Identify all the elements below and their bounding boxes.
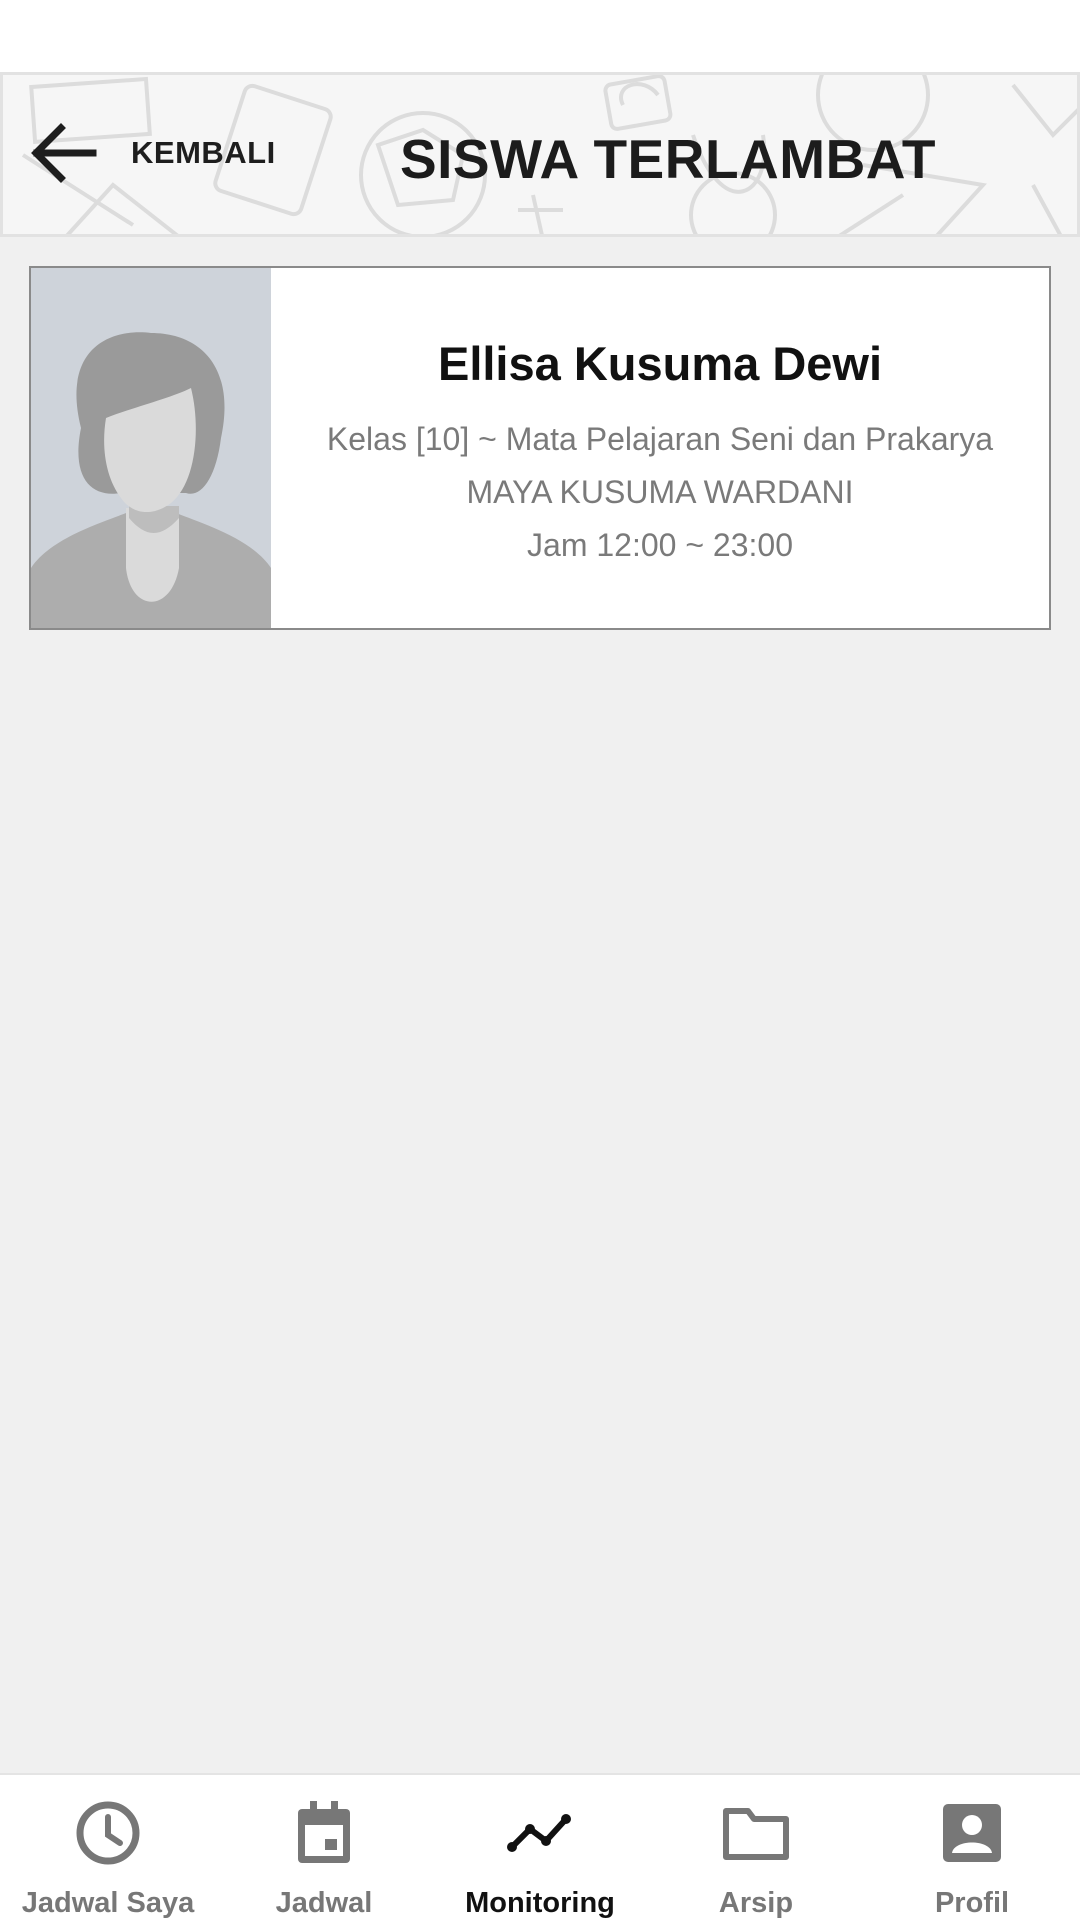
nav-label: Monitoring xyxy=(465,1887,615,1919)
account-box-icon xyxy=(943,1804,1001,1862)
nav-item-jadwal[interactable]: Jadwal xyxy=(216,1775,432,1920)
nav-item-jadwal-saya[interactable]: Jadwal Saya xyxy=(0,1775,216,1920)
student-name: Ellisa Kusuma Dewi xyxy=(437,337,883,390)
nav-item-arsip[interactable]: Arsip xyxy=(648,1775,864,1920)
trend-line-icon xyxy=(507,1814,571,1852)
nav-label: Jadwal Saya xyxy=(21,1887,195,1919)
clock-icon xyxy=(76,1801,140,1865)
bottom-navigation: Jadwal Saya Jadwal Monitoring Arsip Prof… xyxy=(0,1773,1080,1920)
nav-item-monitoring[interactable]: Monitoring xyxy=(432,1775,648,1920)
folder-icon xyxy=(723,1808,789,1860)
time-range: Jam 12:00 ~ 23:00 xyxy=(527,527,793,563)
calendar-icon xyxy=(298,1801,350,1863)
late-student-card[interactable]: Ellisa Kusuma Dewi Kelas [10] ~ Mata Pel… xyxy=(29,266,1051,630)
page-title: SISWA TERLAMBAT xyxy=(399,128,937,190)
class-subject-text: Kelas [10] ~ Mata Pelajaran Seni dan Pra… xyxy=(326,421,994,457)
nav-label: Profil xyxy=(934,1887,1010,1919)
nav-item-profil[interactable]: Profil xyxy=(864,1775,1080,1920)
student-avatar xyxy=(31,268,271,628)
arrow-left-icon xyxy=(31,123,97,183)
teacher-name: MAYA KUSUMA WARDANI xyxy=(466,474,854,510)
female-avatar-placeholder-icon xyxy=(31,268,271,628)
nav-label: Arsip xyxy=(718,1887,794,1919)
status-bar-area xyxy=(0,0,1080,72)
nav-label: Jadwal xyxy=(275,1887,373,1919)
back-button[interactable]: KEMBALI xyxy=(29,115,276,191)
back-label: KEMBALI xyxy=(131,135,276,170)
header-bar: KEMBALI SISWA TERLAMBAT xyxy=(0,72,1080,237)
